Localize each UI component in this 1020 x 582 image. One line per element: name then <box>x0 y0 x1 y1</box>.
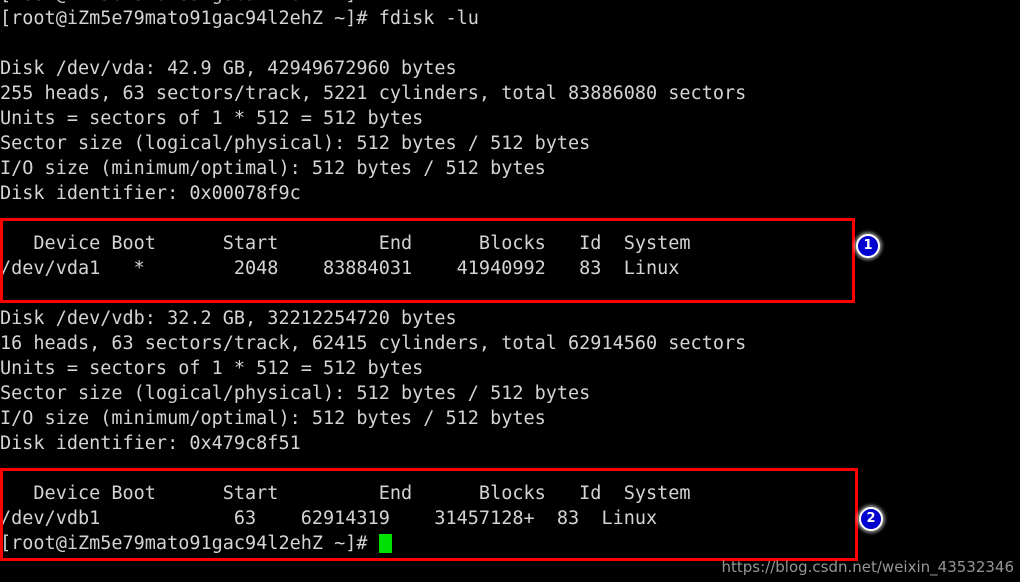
text-cursor <box>378 534 392 553</box>
terminal-line-vda-identifier: Disk identifier: 0x00078f9c <box>0 183 301 204</box>
final-prompt-text: [root@iZm5e79mato91gac94l2ehZ ~]# <box>0 533 379 554</box>
terminal-line-vda-table-header: Device Boot Start End Blocks Id System <box>0 233 691 254</box>
terminal-line-vda-io-size: I/O size (minimum/optimal): 512 bytes / … <box>0 158 546 179</box>
terminal-line-vdb-units: Units = sectors of 1 * 512 = 512 bytes <box>0 358 424 379</box>
terminal-line-vdb-identifier: Disk identifier: 0x479c8f51 <box>0 433 301 454</box>
terminal-line-vdb-io-size: I/O size (minimum/optimal): 512 bytes / … <box>0 408 546 429</box>
terminal-line-final-prompt: [root@iZm5e79mato91gac94l2ehZ ~]# <box>0 531 392 556</box>
terminal-window[interactable]: [root@iZm5e79mato91gac94l2ehZ ~]# [root@… <box>0 0 1020 582</box>
terminal-line-prompt-command: [root@iZm5e79mato91gac94l2ehZ ~]# fdisk … <box>0 8 479 29</box>
terminal-line-vdb-geometry: 16 heads, 63 sectors/track, 62415 cylind… <box>0 333 747 354</box>
terminal-line-vdb-disk: Disk /dev/vdb: 32.2 GB, 32212254720 byte… <box>0 308 457 329</box>
terminal-line-vda-sector-size: Sector size (logical/physical): 512 byte… <box>0 133 591 154</box>
terminal-line-vdb-table-header: Device Boot Start End Blocks Id System <box>0 483 691 504</box>
terminal-line-vda-disk: Disk /dev/vda: 42.9 GB, 42949672960 byte… <box>0 58 457 79</box>
terminal-line-vda-partition-row: /dev/vda1 * 2048 83884031 41940992 83 Li… <box>0 258 680 279</box>
annotation-marker-1: 1 <box>856 234 880 258</box>
terminal-line-vda-units: Units = sectors of 1 * 512 = 512 bytes <box>0 108 424 129</box>
terminal-line-vda-geometry: 255 heads, 63 sectors/track, 5221 cylind… <box>0 83 747 104</box>
annotation-marker-2: 2 <box>859 507 883 531</box>
watermark-url: https://blog.csdn.net/weixin_43532346 <box>721 558 1014 576</box>
terminal-line-vdb-partition-row: /dev/vdb1 63 62914319 31457128+ 83 Linux <box>0 508 658 529</box>
terminal-line-vdb-sector-size: Sector size (logical/physical): 512 byte… <box>0 383 591 404</box>
